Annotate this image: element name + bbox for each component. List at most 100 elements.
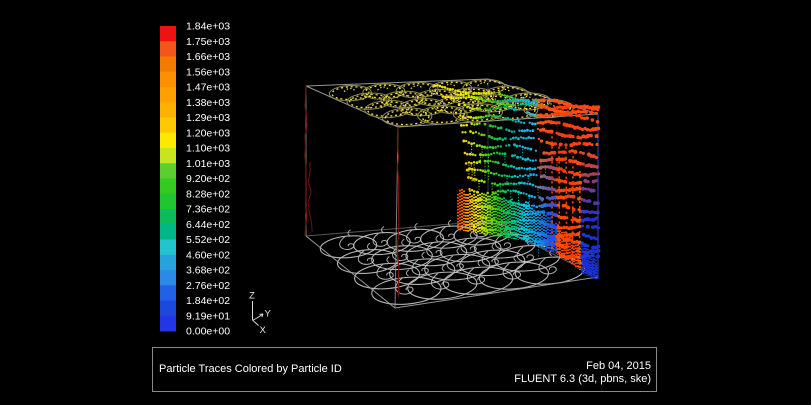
particle-dot bbox=[534, 231, 537, 234]
particle-dot bbox=[523, 182, 526, 185]
particle-dot bbox=[520, 227, 523, 230]
particle-dot bbox=[521, 237, 524, 240]
particle-dot bbox=[573, 150, 577, 154]
particle-dot bbox=[484, 170, 487, 173]
particle-dot bbox=[517, 104, 519, 106]
legend-tick-label: 1.29e+03 bbox=[186, 112, 230, 124]
particle-dot bbox=[535, 159, 537, 161]
particle-dot bbox=[511, 154, 514, 157]
particle-dot bbox=[470, 162, 473, 165]
particle-dot bbox=[597, 245, 600, 248]
particle-dot bbox=[491, 115, 493, 117]
particle-dot bbox=[530, 220, 533, 223]
particle-dot bbox=[516, 156, 519, 159]
particle-dot bbox=[480, 198, 483, 201]
particle-dot bbox=[485, 92, 487, 94]
particle-dot bbox=[529, 122, 531, 124]
particle-dot bbox=[559, 143, 563, 147]
particle-dot bbox=[520, 103, 523, 106]
particle-dot bbox=[525, 219, 527, 221]
particle-dot bbox=[535, 174, 537, 176]
particle-dot bbox=[510, 165, 513, 168]
particle-dot bbox=[588, 199, 592, 203]
particle-dot bbox=[567, 206, 571, 210]
particle-dot bbox=[491, 100, 493, 102]
particle-dot bbox=[468, 94, 470, 96]
particle-dot bbox=[478, 144, 481, 147]
particle-dot bbox=[524, 213, 527, 216]
particle-dot bbox=[512, 103, 515, 106]
particle-dot bbox=[462, 115, 465, 118]
particle-dot bbox=[492, 108, 494, 110]
particle-dot bbox=[525, 100, 527, 102]
particle-dot bbox=[515, 183, 517, 185]
legend-tick-label: 1.56e+03 bbox=[186, 66, 230, 78]
particle-dot bbox=[527, 147, 529, 149]
legend-band bbox=[160, 26, 176, 42]
particle-dot bbox=[507, 99, 509, 101]
particle-dot bbox=[508, 129, 511, 132]
particle-dot bbox=[503, 221, 506, 224]
particle-dot bbox=[473, 142, 475, 144]
particle-dot bbox=[578, 208, 581, 211]
particle-dot bbox=[495, 107, 497, 109]
particle-dot bbox=[596, 254, 600, 258]
particle-dot bbox=[502, 163, 505, 166]
particle-dot bbox=[499, 190, 501, 192]
particle-dot bbox=[500, 145, 502, 147]
particle-dot bbox=[478, 98, 481, 101]
particle-dot bbox=[535, 206, 538, 209]
particle-dot bbox=[567, 105, 570, 108]
legend-tick-label: 1.84e+02 bbox=[186, 295, 230, 307]
particle-dot bbox=[480, 179, 483, 182]
particle-dot bbox=[461, 131, 463, 133]
legend-band bbox=[160, 194, 176, 210]
particle-dot bbox=[493, 182, 496, 185]
particle-dot bbox=[484, 108, 486, 110]
particle-dot bbox=[476, 144, 479, 147]
particle-dot bbox=[520, 192, 523, 195]
particle-dot bbox=[496, 152, 498, 154]
particle-dot bbox=[582, 152, 585, 155]
particle-dot bbox=[573, 226, 576, 229]
particle-dot bbox=[475, 199, 478, 202]
particle-dot bbox=[490, 153, 492, 155]
particle-dot bbox=[508, 233, 511, 236]
particle-dot bbox=[537, 240, 540, 243]
particle-dot bbox=[476, 161, 479, 164]
particle-dot bbox=[465, 124, 468, 127]
particle-dot bbox=[531, 168, 534, 171]
particle-dot bbox=[442, 95, 445, 98]
particle-dot bbox=[484, 205, 487, 208]
particle-dot bbox=[578, 142, 581, 145]
legend-tick-label: 0.00e+00 bbox=[186, 326, 230, 338]
particle-dot bbox=[589, 134, 593, 138]
particle-dot bbox=[595, 237, 598, 240]
legend-band bbox=[160, 301, 176, 317]
particle-dot bbox=[511, 131, 513, 133]
particle-dot bbox=[506, 95, 509, 98]
particle-dot bbox=[554, 142, 557, 145]
particle-dot bbox=[463, 96, 465, 98]
particle-dot bbox=[550, 157, 554, 161]
particle-dot bbox=[523, 237, 526, 240]
particle-dot bbox=[492, 161, 494, 163]
particle-dot bbox=[472, 132, 475, 135]
particle-dot bbox=[489, 100, 492, 103]
particle-dot bbox=[504, 182, 507, 185]
particle-dot bbox=[496, 115, 499, 118]
particle-dot bbox=[467, 92, 470, 95]
particle-dot bbox=[444, 86, 447, 89]
particle-dot bbox=[510, 213, 512, 215]
particle-dot bbox=[507, 211, 510, 214]
particle-dot bbox=[436, 84, 438, 86]
solver-text: FLUENT 6.3 (3d, pbns, ske) bbox=[514, 373, 651, 385]
particle-dot bbox=[506, 221, 508, 223]
particle-dot bbox=[476, 169, 478, 171]
legend-tick-label: 1.38e+03 bbox=[186, 97, 230, 109]
axis-x-label: X bbox=[260, 325, 267, 336]
particle-dot bbox=[591, 253, 595, 257]
particle-dot bbox=[473, 205, 475, 207]
particle-dot bbox=[482, 116, 484, 118]
particle-dot bbox=[468, 167, 471, 170]
